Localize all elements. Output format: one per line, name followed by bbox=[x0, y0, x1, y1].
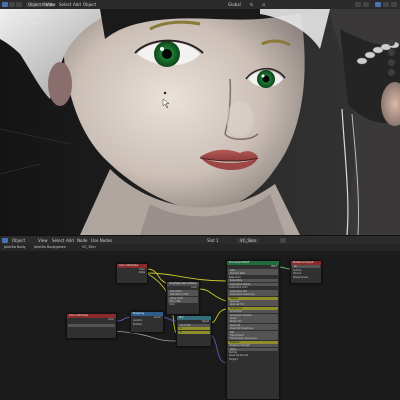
viewport-gizmo bbox=[388, 39, 397, 84]
node-input-color: Color bbox=[169, 303, 175, 307]
node-editor-canvas[interactable]: Color Attribute Color Alpha Hue/Saturati… bbox=[0, 251, 400, 400]
input-sheen-tint[interactable]: Sheen Tint bbox=[228, 320, 278, 324]
input-anisotropic[interactable]: Anisotropic bbox=[228, 310, 278, 314]
pin-icon[interactable] bbox=[280, 238, 286, 243]
mix-a-field[interactable]: A bbox=[178, 327, 210, 331]
node-output-alpha: Alpha bbox=[138, 271, 145, 275]
breadcrumb-object[interactable]: Jolie3w Body bbox=[4, 245, 26, 249]
collection-object: (1) Body | Jolie bbox=[3, 19, 40, 26]
menu-object[interactable]: Object bbox=[83, 2, 96, 7]
viewport-info: User Perspective (1) Body | Jolie bbox=[3, 13, 45, 26]
node-mix[interactable]: Mix Result Fac 0.500 A B bbox=[176, 315, 212, 347]
saturation-field[interactable]: Saturation 1.000 bbox=[168, 293, 198, 297]
transform-orientation[interactable]: Global bbox=[228, 2, 241, 7]
hand-icon[interactable] bbox=[388, 49, 395, 56]
node-output-color: Color bbox=[191, 286, 197, 289]
ne-menu-add[interactable]: Add bbox=[66, 238, 74, 243]
proportional-icon[interactable]: ⊙ bbox=[262, 2, 265, 7]
input-displacement: Displacement bbox=[293, 275, 309, 279]
shading-rendered-icon[interactable] bbox=[391, 2, 397, 7]
menu-select[interactable]: Select bbox=[59, 2, 71, 7]
select-tool-icon[interactable] bbox=[2, 2, 8, 7]
bsdf-output: BSDF bbox=[271, 265, 277, 268]
xray-icon[interactable] bbox=[363, 2, 369, 7]
material-selector[interactable]: VC_Skin bbox=[238, 238, 259, 243]
ear bbox=[48, 62, 72, 106]
node-material-output[interactable]: Material Output All Surface Volume Displ… bbox=[290, 260, 322, 284]
overlay-icon[interactable] bbox=[355, 2, 361, 7]
attribute-name-field[interactable] bbox=[68, 324, 115, 328]
select-circle-icon[interactable] bbox=[16, 2, 22, 7]
editor-type-icon[interactable] bbox=[2, 238, 8, 243]
select-box-icon[interactable] bbox=[9, 2, 15, 7]
breadcrumb-mesh[interactable]: Jolie3w Body.geom bbox=[34, 245, 66, 249]
camera-icon[interactable] bbox=[388, 59, 395, 66]
beauty-mark bbox=[163, 91, 167, 95]
node-output-color: Color bbox=[108, 318, 114, 321]
node-color-attribute-2[interactable]: Color Attribute Color bbox=[66, 313, 117, 339]
breadcrumb-material[interactable]: VC_Skin bbox=[82, 245, 96, 249]
input-emission-strength[interactable]: Emission Strength bbox=[228, 344, 278, 348]
input-clearcoat-roughness[interactable]: Clearcoat Roughness bbox=[228, 327, 278, 331]
shading-material-icon[interactable] bbox=[383, 2, 389, 7]
input-transmission-roughness[interactable]: Transmission Roughness bbox=[228, 337, 278, 341]
node-input-rotation: Rotation bbox=[133, 322, 143, 326]
input-subsurface[interactable]: Subsurface bbox=[228, 279, 278, 283]
zoom-icon[interactable] bbox=[388, 39, 395, 46]
view-type: User Perspective bbox=[3, 13, 45, 19]
node-color-attribute-1[interactable]: Color Attribute Color Alpha bbox=[116, 263, 148, 284]
ne-menu-select[interactable]: Select bbox=[52, 238, 64, 243]
menu-add[interactable]: Add bbox=[73, 2, 81, 7]
ne-menu-view[interactable]: View bbox=[38, 238, 48, 243]
input-tangent: Tangent bbox=[229, 357, 238, 361]
grid-icon[interactable] bbox=[388, 69, 395, 76]
node-hue-saturation[interactable]: Hue/Saturation/Value Color Hue 0.500 Sat… bbox=[166, 281, 200, 315]
slot-dropdown[interactable]: Slot 1 bbox=[207, 238, 218, 243]
node-principled-bsdf[interactable]: Principled BSDF BSDF GGX Random Walk Bas… bbox=[226, 260, 280, 400]
input-subsurface-anisotropy[interactable]: Subsurface Anisotropy bbox=[228, 293, 278, 297]
breadcrumb: Jolie3w Body Jolie3w Body.geom VC_Skin bbox=[0, 244, 400, 251]
shading-solid-icon[interactable] bbox=[375, 2, 381, 7]
ne-menu-node[interactable]: Node bbox=[77, 238, 87, 243]
use-nodes-toggle[interactable]: Use Nodes bbox=[91, 238, 112, 243]
node-mapping[interactable]: Mapping Vector Location Rotation bbox=[130, 311, 164, 333]
menu-view[interactable]: View bbox=[46, 2, 56, 7]
node-output-result: Result bbox=[202, 320, 209, 323]
snap-icon[interactable]: ↻ bbox=[250, 2, 253, 7]
3d-viewport[interactable]: User Perspective (1) Body | Jolie bbox=[0, 9, 400, 235]
node-title: Material Output bbox=[291, 261, 321, 265]
mix-b-field[interactable]: B bbox=[178, 330, 210, 334]
editor-mode-dropdown[interactable]: Object bbox=[12, 238, 25, 243]
